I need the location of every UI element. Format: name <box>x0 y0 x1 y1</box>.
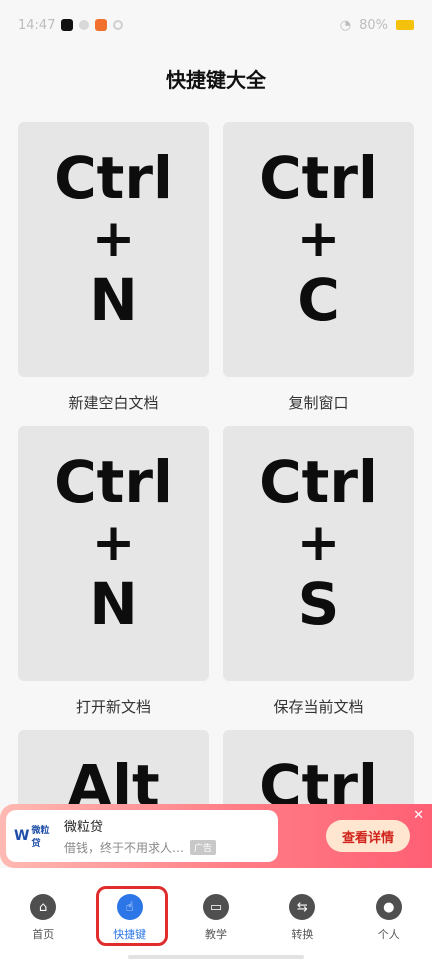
key-text: Ctrl <box>54 448 173 516</box>
nav-label: 个人 <box>377 928 400 941</box>
shortcut-card[interactable]: Ctrl + N 新建空白文档 <box>18 122 209 413</box>
nav-label: 首页 <box>32 928 55 941</box>
tiktok-icon <box>61 19 74 31</box>
nav-item-home[interactable]: ⌂ 首页 <box>8 894 78 942</box>
home-icon: ⌂ <box>30 894 57 920</box>
key-text: Ctrl <box>54 144 173 212</box>
nav-item-profile[interactable]: ● 个人 <box>354 894 424 942</box>
ad-content[interactable]: W 微粒贷 微粒贷 借钱，终于不用求人… 广告 <box>6 810 278 862</box>
nav-item-convert[interactable]: ⇆ 转换 <box>267 894 337 942</box>
close-icon[interactable]: ✕ <box>413 808 424 823</box>
bottom-nav: ⌂ 首页 ☝ 快捷键 ▭ 教学 ⇆ 转换 ● 个人 <box>0 868 432 964</box>
teach-icon: ▭ <box>202 894 229 920</box>
brand-w-icon: W <box>14 828 30 844</box>
shortcut-card-image[interactable]: Ctrl + C <box>223 122 414 377</box>
ad-brand-logo: W 微粒贷 <box>14 823 54 849</box>
active-tab-highlight <box>96 886 168 946</box>
shortcut-card[interactable]: Ctrl + N 打开新文档 <box>18 426 209 717</box>
nav-item-teach[interactable]: ▭ 教学 <box>181 894 251 942</box>
sync-icon <box>113 20 124 30</box>
shortcut-card[interactable]: Ctrl + S 保存当前文档 <box>223 426 414 717</box>
home-indicator[interactable] <box>128 955 304 959</box>
shortcut-card-image[interactable]: Ctrl + N <box>18 426 209 681</box>
shortcut-label: 复制窗口 <box>288 394 349 412</box>
notification-icon <box>79 20 90 30</box>
key-plus: + <box>296 209 341 269</box>
ad-banner[interactable]: W 微粒贷 微粒贷 借钱，终于不用求人… 广告 查看详情 ✕ <box>0 804 432 868</box>
key-text: S <box>297 570 340 638</box>
shortcut-label: 保存当前文档 <box>273 698 364 716</box>
ad-description: 借钱，终于不用求人… <box>64 841 185 855</box>
nav-label: 教学 <box>204 928 227 941</box>
ad-title: 微粒贷 <box>64 820 104 835</box>
app-icon <box>95 19 108 31</box>
shortcut-card[interactable]: Ctrl + C 复制窗口 <box>223 122 414 413</box>
convert-icon: ⇆ <box>289 894 316 920</box>
shortcut-label: 打开新文档 <box>75 698 151 716</box>
key-text: N <box>89 570 138 638</box>
status-time: 14:47 <box>18 17 56 33</box>
user-icon: ● <box>375 894 402 920</box>
key-text: N <box>89 266 138 334</box>
battery-icon <box>396 20 414 30</box>
ad-tag: 广告 <box>190 840 217 855</box>
key-text: C <box>297 266 340 334</box>
key-text: Ctrl <box>259 144 378 212</box>
page-title: 快捷键大全 <box>166 68 266 92</box>
key-plus: + <box>296 513 341 573</box>
battery-percent: 80% <box>359 17 388 33</box>
key-plus: + <box>91 209 136 269</box>
ad-brand: 微粒贷 <box>31 826 50 849</box>
shortcut-label: 新建空白文档 <box>68 394 159 412</box>
wifi-icon: ◔ <box>339 17 352 33</box>
key-text: Ctrl <box>259 448 378 516</box>
status-bar: 14:47 ◔ 80% <box>0 0 432 50</box>
key-plus: + <box>91 513 136 573</box>
nav-label: 转换 <box>291 928 314 941</box>
shortcut-card-image[interactable]: Ctrl + N <box>18 122 209 377</box>
ad-cta-button[interactable]: 查看详情 <box>326 820 410 852</box>
shortcut-card-image[interactable]: Ctrl + S <box>223 426 414 681</box>
